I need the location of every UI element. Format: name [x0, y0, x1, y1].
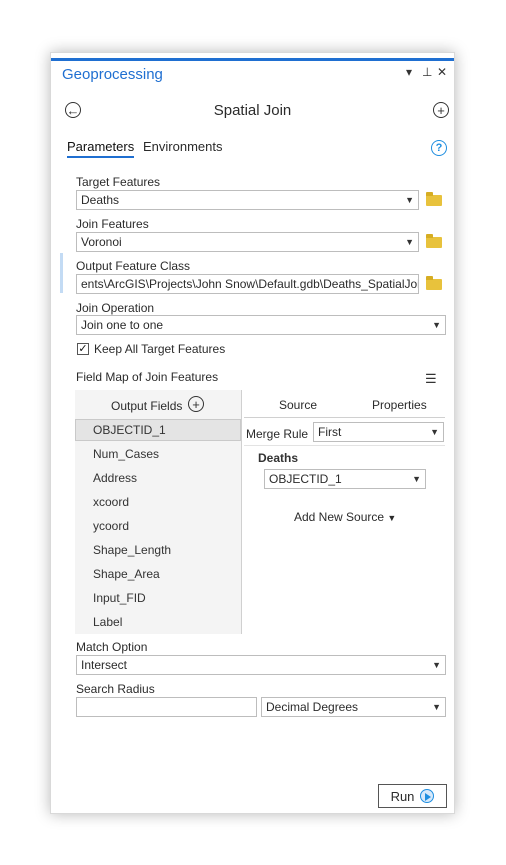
source-tab-underline: [244, 417, 445, 418]
tab-parameters[interactable]: Parameters: [67, 139, 135, 158]
list-item[interactable]: ycoord: [93, 519, 129, 533]
join-features-value: Voronoi: [81, 235, 122, 249]
chevron-down-icon: ▼: [432, 660, 441, 670]
join-operation-label: Join Operation: [76, 301, 155, 315]
list-item[interactable]: Input_FID: [93, 591, 146, 605]
field-map-options-icon[interactable]: ☰: [425, 371, 437, 387]
search-radius-unit-select[interactable]: Decimal Degrees ▼: [261, 697, 446, 717]
merge-rule-value: First: [318, 425, 342, 439]
run-button[interactable]: Run: [378, 784, 447, 808]
folder-icon[interactable]: [426, 192, 442, 206]
join-features-select[interactable]: Voronoi ▼: [76, 232, 419, 252]
add-new-source-label: Add New Source: [294, 510, 385, 524]
list-item[interactable]: Shape_Length: [93, 543, 171, 557]
output-feature-class-input[interactable]: ents\ArcGIS\Projects\John Snow\Default.g…: [76, 274, 419, 294]
chevron-down-icon: ▼: [432, 702, 441, 712]
merge-rule-label: Merge Rule: [246, 427, 309, 441]
pane-menu-icon[interactable]: ▾: [406, 65, 412, 79]
keep-all-checkbox[interactable]: ✓: [77, 343, 89, 355]
geoprocessing-pane: Geoprocessing ▾ ⊥ ✕ ← Spatial Join + Par…: [50, 52, 455, 814]
list-item[interactable]: Num_Cases: [93, 447, 159, 461]
merge-rule-select[interactable]: First ▼: [313, 422, 444, 442]
source-name: Deaths: [258, 451, 299, 465]
active-param-indicator: [60, 253, 63, 293]
target-features-select[interactable]: Deaths ▼: [76, 190, 419, 210]
match-option-value: Intersect: [81, 658, 128, 672]
run-label: Run: [390, 788, 415, 804]
folder-icon[interactable]: [426, 276, 442, 290]
search-radius-input[interactable]: [76, 697, 257, 717]
chevron-down-icon: ▼: [412, 474, 421, 484]
list-item[interactable]: Shape_Area: [93, 567, 160, 581]
add-button[interactable]: +: [433, 102, 449, 118]
output-feature-class-label: Output Feature Class: [76, 259, 191, 273]
list-item[interactable]: OBJECTID_1: [93, 423, 166, 437]
keep-all-label: Keep All Target Features: [94, 342, 226, 356]
list-item[interactable]: xcoord: [93, 495, 129, 509]
pane-title: Geoprocessing: [62, 66, 163, 83]
match-option-select[interactable]: Intersect ▼: [76, 655, 446, 675]
chevron-down-icon: ▼: [432, 320, 441, 330]
field-map-divider: [241, 390, 242, 634]
target-features-label: Target Features: [76, 175, 161, 189]
pane-accent-bar: [51, 58, 454, 61]
join-features-label: Join Features: [76, 217, 149, 231]
search-radius-unit-value: Decimal Degrees: [266, 700, 359, 714]
search-radius-label: Search Radius: [76, 682, 155, 696]
join-operation-value: Join one to one: [81, 318, 164, 332]
merge-rule-divider: [244, 445, 445, 446]
target-features-value: Deaths: [81, 193, 120, 207]
add-new-source-button[interactable]: Add New Source ▼: [294, 510, 396, 524]
tab-properties[interactable]: Properties: [372, 398, 427, 412]
pin-icon[interactable]: ⊥: [422, 65, 432, 79]
help-icon[interactable]: ?: [431, 140, 447, 156]
plus-icon: +: [437, 102, 445, 118]
plus-icon: +: [192, 396, 200, 412]
chevron-down-icon: ▼: [405, 237, 414, 247]
close-icon[interactable]: ✕: [437, 65, 447, 79]
output-fields-header: Output Fields: [111, 399, 183, 413]
tab-environments[interactable]: Environments: [143, 139, 222, 154]
join-operation-select[interactable]: Join one to one ▼: [76, 315, 446, 335]
match-option-label: Match Option: [76, 640, 148, 654]
play-icon: [420, 789, 435, 803]
list-item[interactable]: Label: [93, 615, 122, 629]
chevron-down-icon: ▼: [405, 195, 414, 205]
source-field-value: OBJECTID_1: [269, 472, 342, 486]
field-map-label: Field Map of Join Features: [76, 370, 219, 384]
tool-title: Spatial Join: [213, 102, 292, 119]
source-field-select[interactable]: OBJECTID_1 ▼: [264, 469, 426, 489]
add-output-field-button[interactable]: +: [188, 396, 204, 412]
list-item[interactable]: Address: [93, 471, 137, 485]
tab-source[interactable]: Source: [279, 398, 317, 412]
chevron-down-icon: ▼: [430, 427, 439, 437]
folder-icon[interactable]: [426, 234, 442, 248]
chevron-down-icon: ▼: [387, 513, 397, 523]
